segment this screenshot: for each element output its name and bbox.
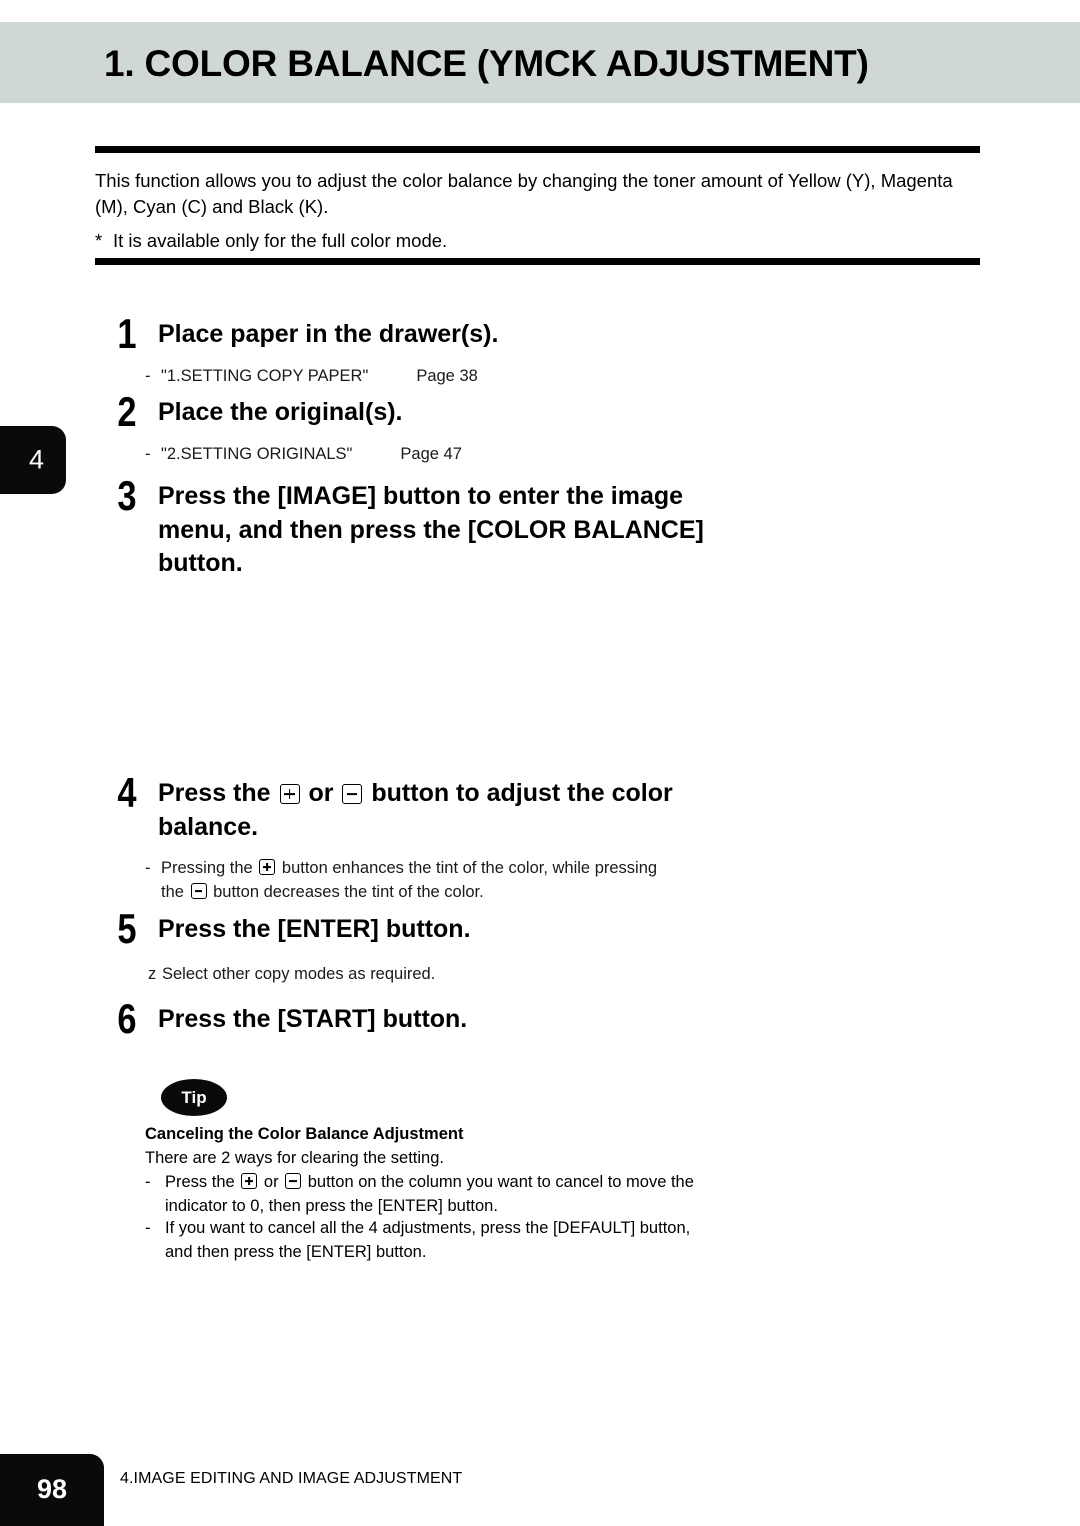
step-4-note: - Pressing the button enhances the tint … [145,856,665,904]
step-2-reference-page: Page 47 [400,445,462,463]
step-5-note-bullet: z [148,965,157,983]
step-6-title: Press the [START] button. [158,1005,468,1033]
footer-section-title: 4.IMAGE EDITING AND IMAGE ADJUSTMENT [120,1470,463,1487]
step-1-reference-title: "1.SETTING COPY PAPER" [161,367,369,385]
step-2-reference-title: "2.SETTING ORIGINALS" [161,445,353,463]
step-5-title: Press the [ENTER] button. [158,915,471,943]
step-1-reference-page: Page 38 [416,367,478,385]
step-1-title: Place paper in the drawer(s). [158,320,499,348]
step-4-number: 4 [117,769,137,816]
plus-key-icon [279,784,300,804]
intro-note-text: It is available only for the full color … [113,230,448,251]
step-4-note-part3: button decreases the tint of the color. [213,883,484,901]
tip-badge: Tip [161,1079,227,1116]
divider-bottom [95,258,980,265]
step-2-number: 2 [117,388,137,435]
step-1-reference-body: "1.SETTING COPY PAPER" Page 38 [161,364,705,388]
tip-item-2: - If you want to cancel all the 4 adjust… [145,1216,705,1264]
step-4-title: Press the or button to adjust the color … [158,777,738,844]
step-4-note-part1: Pressing the [161,859,253,877]
step-4-note-dash: - [145,859,151,877]
intro-note-marker: * [95,230,103,251]
step-4-title-part1: Press the [158,779,271,807]
step-5-note: z Select other copy modes as required. [148,962,708,986]
tip-item-1-part2: or [263,1173,279,1191]
step-1-reference: - "1.SETTING COPY PAPER" Page 38 [145,364,705,388]
step-4-note-body: Pressing the button enhances the tint of… [161,856,665,904]
page-title: 1. COLOR BALANCE (YMCK ADJUSTMENT) [104,43,869,84]
step-3-number: 3 [117,472,137,519]
tip-item-1-dash: - [145,1173,151,1191]
step-2-reference-body: "2.SETTING ORIGINALS" Page 47 [161,442,705,466]
intro-paragraph: This function allows you to adjust the c… [95,170,953,217]
tip-item-2-text: If you want to cancel all the 4 adjustme… [165,1219,691,1261]
step-1-reference-dash: - [145,367,151,385]
step-5-note-text: Select other copy modes as required. [162,965,436,983]
divider-top [95,146,980,153]
step-5-number: 5 [117,905,137,952]
plus-key-icon [259,859,276,875]
tip-intro: There are 2 ways for clearing the settin… [145,1149,444,1167]
tip-item-1-body: Press the or button on the column you wa… [165,1170,705,1218]
minus-key-icon [342,784,363,804]
step-4-title-part2: or [308,779,334,807]
step-2-reference: - "2.SETTING ORIGINALS" Page 47 [145,442,705,466]
step-6-number: 6 [117,995,137,1042]
step-3-title: Press the [IMAGE] button to enter the im… [158,482,704,577]
tip-item-2-dash: - [145,1219,151,1237]
tip-badge-label: Tip [181,1087,207,1107]
minus-key-icon [285,1173,302,1189]
chapter-tab-number: 4 [28,444,44,475]
step-1-number: 1 [117,310,137,357]
tip-heading: Canceling the Color Balance Adjustment [145,1125,464,1143]
footer-page-number: 98 [36,1474,68,1504]
plus-key-icon [241,1173,258,1189]
tip-item-1: - Press the or button on the column you … [145,1170,705,1218]
chapter-tab: 4 [0,426,66,494]
tip-item-1-part1: Press the [165,1173,235,1191]
step-2-title: Place the original(s). [158,398,403,426]
step-2-reference-dash: - [145,445,151,463]
minus-key-icon [190,883,207,899]
footer-page-tab: 98 [0,1454,104,1526]
intro-note: * It is available only for the full color… [95,228,990,254]
